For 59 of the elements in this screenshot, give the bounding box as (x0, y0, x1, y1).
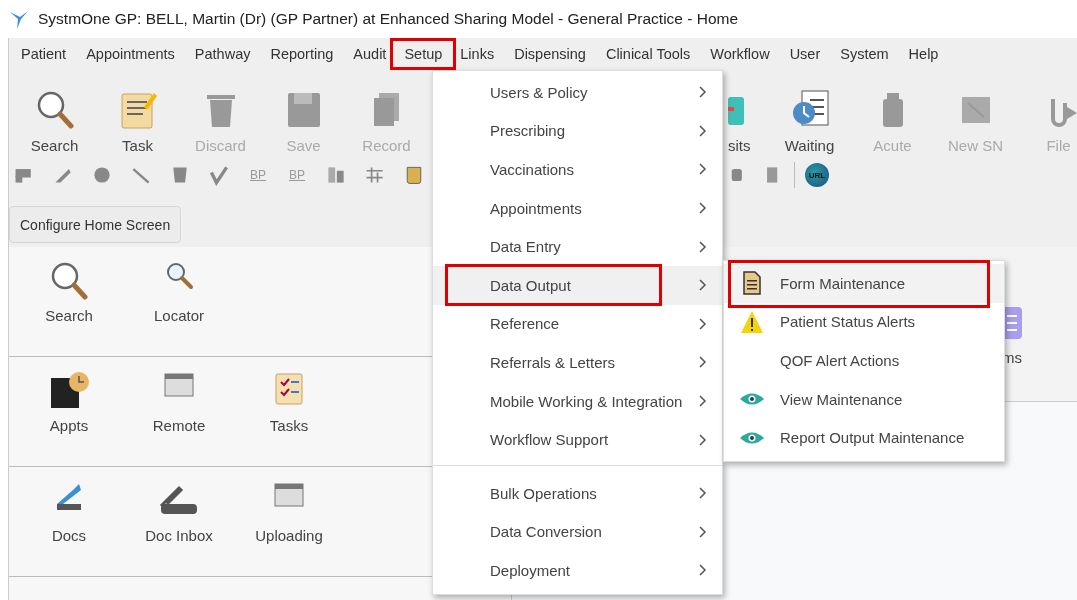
menu-bar-item[interactable]: Help (898, 38, 949, 70)
menu-item[interactable]: Referrals & Letters (433, 343, 722, 382)
chevron-right-icon (698, 85, 708, 100)
warning-icon (740, 309, 764, 334)
menu-item[interactable]: Data Entry (433, 227, 722, 266)
toolbar-button[interactable]: sits (728, 70, 768, 158)
window-title: SystmOne GP: BELL, Martin (Dr) (GP Partner) at Enhanced Sharing Model - General Practice - Home (38, 10, 739, 28)
menu-item[interactable]: Deployment (433, 551, 722, 590)
home-item[interactable]: Tasks (234, 357, 344, 466)
chevron-right-icon (698, 432, 708, 447)
document-icon (741, 271, 763, 296)
toolbar-button[interactable]: Task (96, 70, 179, 158)
search-icon (49, 260, 89, 300)
home-item[interactable]: Search (14, 247, 124, 356)
chevron-right-icon (698, 123, 708, 138)
menu-item[interactable]: Reference (433, 304, 722, 344)
chevron-right-icon (698, 278, 708, 293)
menu-bar-item[interactable]: User (779, 38, 831, 70)
home-item[interactable]: Appts (14, 357, 124, 466)
menu-bar-item[interactable]: Reporting (260, 38, 344, 70)
menu-item[interactable]: QOF Alert Actions (724, 341, 1004, 380)
globe-icon[interactable]: URL (805, 163, 829, 187)
configure-home-screen-button[interactable]: Configure Home Screen (9, 206, 182, 243)
menu-bar-item[interactable]: Pathway (184, 38, 261, 70)
chevron-right-icon (698, 316, 708, 331)
chevron-right-icon (698, 486, 708, 501)
menu-item[interactable]: Data Conversion (433, 512, 722, 552)
menu-item[interactable]: Workflow Support (433, 420, 722, 459)
menu-item[interactable]: Report Output Maintenance (724, 418, 1004, 457)
menu-item[interactable]: View Maintenance (724, 379, 1004, 419)
menu-item[interactable]: Bulk Operations (433, 473, 722, 513)
chevron-right-icon (698, 394, 708, 409)
menu-item[interactable]: Prescribing (433, 111, 722, 151)
menu-bar-item[interactable]: Patient (11, 38, 77, 70)
home-item[interactable]: Locator (124, 247, 234, 356)
calendar-clock-icon (49, 370, 89, 410)
menu-item[interactable]: Users & Policy (433, 73, 722, 112)
menu-bar-item[interactable]: Appointments (76, 38, 185, 70)
home-item[interactable]: Remote (124, 357, 234, 466)
toolbar-button[interactable]: Waiting (768, 70, 851, 158)
menu-item[interactable]: Data Output (433, 265, 722, 305)
chevron-right-icon (698, 201, 708, 216)
home-item[interactable]: Doc Inbox (124, 467, 234, 576)
chevron-right-icon (698, 524, 708, 539)
chevron-right-icon (698, 162, 708, 177)
menu-bar-item[interactable]: Clinical Tools (595, 38, 701, 70)
chevron-right-icon (698, 239, 708, 254)
menu-bar-item[interactable]: System (830, 38, 899, 70)
chevron-right-icon (698, 563, 708, 578)
menu-item[interactable]: Patient Status Alerts (724, 302, 1004, 342)
menu-item[interactable]: Appointments (433, 188, 722, 228)
home-item[interactable]: Uploading (234, 467, 344, 576)
chevron-right-icon (698, 355, 708, 370)
home-item[interactable]: Docs (14, 467, 124, 576)
menu-item[interactable]: Mobile Working & Integration (433, 381, 722, 421)
toolbar-button[interactable]: Search (13, 70, 96, 158)
menu-item[interactable]: Vaccinations (433, 150, 722, 189)
menu-bar-item[interactable]: Dispensing (504, 38, 596, 70)
menu-bar-item[interactable]: Workflow (700, 38, 780, 70)
